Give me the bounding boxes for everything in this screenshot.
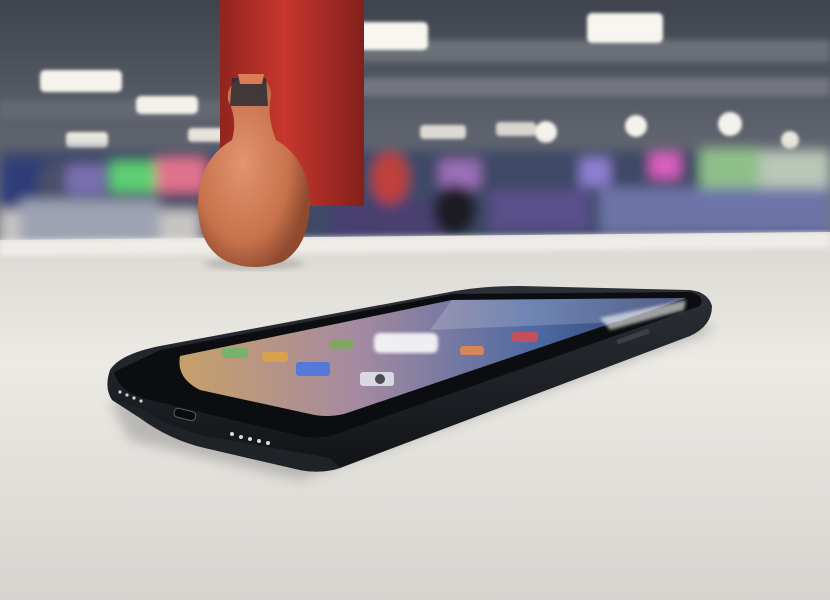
screen-glare xyxy=(374,333,438,353)
app-icon xyxy=(222,348,248,358)
app-icon xyxy=(460,346,484,355)
photo-scene xyxy=(0,0,830,600)
app-icon xyxy=(512,332,538,342)
app-icon xyxy=(262,352,288,362)
app-icon xyxy=(296,362,330,376)
app-icon xyxy=(330,340,354,349)
photo-canvas xyxy=(0,0,830,600)
